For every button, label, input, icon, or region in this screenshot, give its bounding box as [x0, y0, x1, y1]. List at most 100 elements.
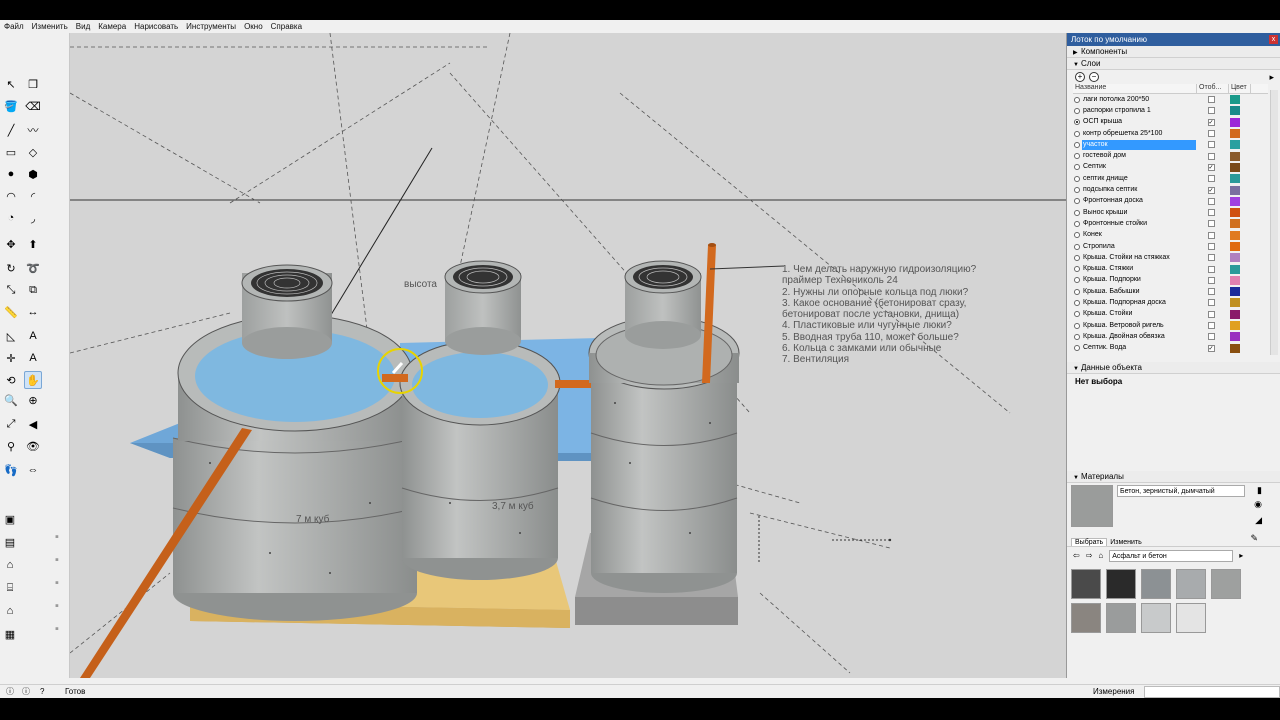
active-layer-radio[interactable] [1074, 266, 1080, 273]
column-name[interactable]: Название [1073, 84, 1197, 93]
layer-name[interactable]: Крыша. Ветровой ригель [1082, 321, 1196, 331]
sample-paint-icon[interactable]: ▮ [1257, 485, 1262, 496]
layer-row[interactable]: ОСП крыша ✓ [1073, 117, 1268, 128]
active-layer-radio[interactable] [1074, 345, 1080, 352]
look-around-icon[interactable]: 👁 [24, 437, 42, 455]
layer-name[interactable]: Септик. Вода [1082, 343, 1196, 353]
active-layer-radio[interactable] [1074, 322, 1080, 329]
tab-select[interactable]: Выбрать [1071, 537, 1108, 546]
layer-row[interactable]: Крыша. Бабышки [1073, 286, 1268, 297]
active-layer-radio[interactable] [1074, 141, 1080, 148]
layer-row[interactable]: участок [1073, 139, 1268, 150]
menu-view[interactable]: Вид [72, 22, 94, 31]
zoom-window-icon[interactable]: ⊕ [24, 391, 42, 409]
info-icon[interactable]: ⓘ [6, 685, 14, 699]
entity-info-section-header[interactable]: ▼ Данные объекта [1067, 361, 1280, 374]
active-layer-radio[interactable] [1074, 96, 1080, 103]
dimension-tool-icon[interactable]: ↔ [24, 303, 42, 321]
arc-tool-icon[interactable]: ◠ [2, 187, 20, 205]
forward-icon[interactable]: ⇨ [1086, 551, 1093, 560]
pie-tool-icon[interactable]: ◔ [2, 209, 20, 227]
layer-color-swatch[interactable] [1230, 242, 1240, 251]
back-icon[interactable]: ⇦ [1073, 551, 1080, 560]
column-color[interactable]: Цвет [1229, 84, 1251, 93]
visibility-checkbox[interactable] [1207, 220, 1215, 228]
layout-icon[interactable]: ▦ [1, 625, 19, 643]
layer-details-icon[interactable]: ▸ [1269, 72, 1274, 83]
home-view-icon[interactable]: ⌂ [1, 556, 19, 574]
warehouse-icon[interactable]: ▣ [1, 510, 19, 528]
layer-color-swatch[interactable] [1230, 185, 1240, 195]
visibility-checkbox[interactable] [1207, 197, 1215, 205]
measurements-field[interactable] [1144, 686, 1280, 698]
share-model-icon[interactable]: ⌸ [1, 579, 19, 597]
create-material-icon[interactable]: ◉ [1254, 499, 1262, 510]
menu-help[interactable]: Справка [267, 22, 306, 31]
layer-row[interactable]: Крыша. Стяжки [1073, 263, 1268, 274]
active-layer-radio[interactable] [1074, 153, 1080, 160]
visibility-checkbox[interactable] [1207, 96, 1215, 104]
visibility-checkbox[interactable] [1207, 175, 1215, 183]
layer-name[interactable]: участок [1082, 139, 1196, 150]
layer-row[interactable]: Фронтонные стойки [1073, 218, 1268, 229]
select-tool-icon[interactable]: ↖ [2, 75, 20, 93]
arc-3pt-icon[interactable]: ◞ [24, 209, 42, 227]
layer-row[interactable]: Фронтонная доска [1073, 196, 1268, 207]
rectangle-tool-icon[interactable]: ▭ [2, 143, 20, 161]
layer-color-swatch[interactable] [1230, 298, 1240, 308]
active-layer-radio[interactable] [1074, 277, 1080, 284]
layer-color-swatch[interactable] [1230, 151, 1240, 161]
layer-name[interactable]: Крыша. Бабышки [1082, 287, 1196, 297]
menu-window[interactable]: Окно [240, 22, 267, 31]
visibility-checkbox[interactable] [1207, 265, 1215, 273]
add-layer-icon[interactable]: + [1075, 72, 1085, 82]
layer-name[interactable]: подсыпка септик [1082, 185, 1196, 195]
active-layer-radio[interactable] [1074, 130, 1080, 137]
visibility-checkbox[interactable] [1207, 152, 1215, 160]
move-tool-icon[interactable]: ✥ [2, 235, 20, 253]
material-name-field[interactable]: Бетон, зернистый, дымчатый [1117, 484, 1245, 497]
active-layer-radio[interactable] [1074, 198, 1080, 205]
active-layer-radio[interactable] [1074, 232, 1080, 239]
material-swatch[interactable] [1141, 568, 1171, 599]
layers-scrollbar[interactable] [1270, 90, 1278, 355]
layer-name[interactable]: Крыша. Двойная обвязка [1082, 332, 1196, 342]
layer-color-swatch[interactable] [1230, 208, 1240, 218]
pan-tool-icon[interactable]: ✋ [24, 371, 42, 389]
line-tool-icon[interactable]: ╱ [2, 121, 20, 139]
active-layer-radio[interactable] [1074, 333, 1080, 340]
layer-name[interactable]: Крыша. Стяжки [1082, 264, 1196, 274]
axes-tool-icon[interactable]: ✛ [2, 349, 20, 367]
warehouse-alt-icon[interactable]: ▪ [48, 528, 66, 546]
visibility-checkbox[interactable]: ✓ [1207, 344, 1215, 352]
active-layer-radio[interactable] [1074, 164, 1080, 171]
material-swatch[interactable] [1176, 602, 1206, 633]
material-swatch[interactable] [1106, 602, 1136, 633]
3d-text-icon[interactable]: A [24, 349, 42, 367]
section-plane-icon[interactable]: ⇔ [24, 461, 42, 479]
layer-name[interactable]: Септик [1082, 162, 1196, 172]
visibility-checkbox[interactable] [1207, 141, 1215, 149]
scale-tool-icon[interactable]: ⤡ [2, 281, 20, 299]
layer-row[interactable]: Крыша. Подпорная доска [1073, 297, 1268, 308]
layers-section-header[interactable]: ▼ Слои [1067, 58, 1280, 70]
push-pull-icon[interactable]: ⬆ [24, 235, 42, 253]
layer-color-swatch[interactable] [1230, 321, 1240, 331]
layer-name[interactable]: лаги потолка 200*50 [1082, 95, 1196, 105]
active-layer-radio[interactable] [1074, 187, 1080, 194]
arc-2pt-icon[interactable]: ◜ [24, 187, 42, 205]
visibility-checkbox[interactable] [1207, 276, 1215, 284]
rotated-rectangle-icon[interactable]: ◇ [24, 143, 42, 161]
eraser-icon[interactable]: ⌫ [24, 97, 42, 115]
model-viewport[interactable]: высота 7 м куб 3,7 м куб 1. Чем делать н… [70, 33, 1066, 678]
layer-name[interactable]: Фронтонные стойки [1082, 219, 1196, 229]
active-layer-radio[interactable] [1074, 288, 1080, 295]
library-details-icon[interactable]: ▸ [1239, 551, 1243, 560]
layer-row[interactable]: гостевой дом [1073, 150, 1268, 161]
layer-row[interactable]: Септик. Вода ✓ [1073, 343, 1268, 354]
current-material-swatch[interactable] [1071, 484, 1113, 527]
layer-row[interactable]: распорки стропила 1 [1073, 105, 1268, 116]
freehand-icon[interactable]: 〰 [24, 121, 42, 139]
layer-name[interactable]: Вынос крыши [1082, 208, 1196, 218]
layer-color-swatch[interactable] [1230, 343, 1240, 353]
